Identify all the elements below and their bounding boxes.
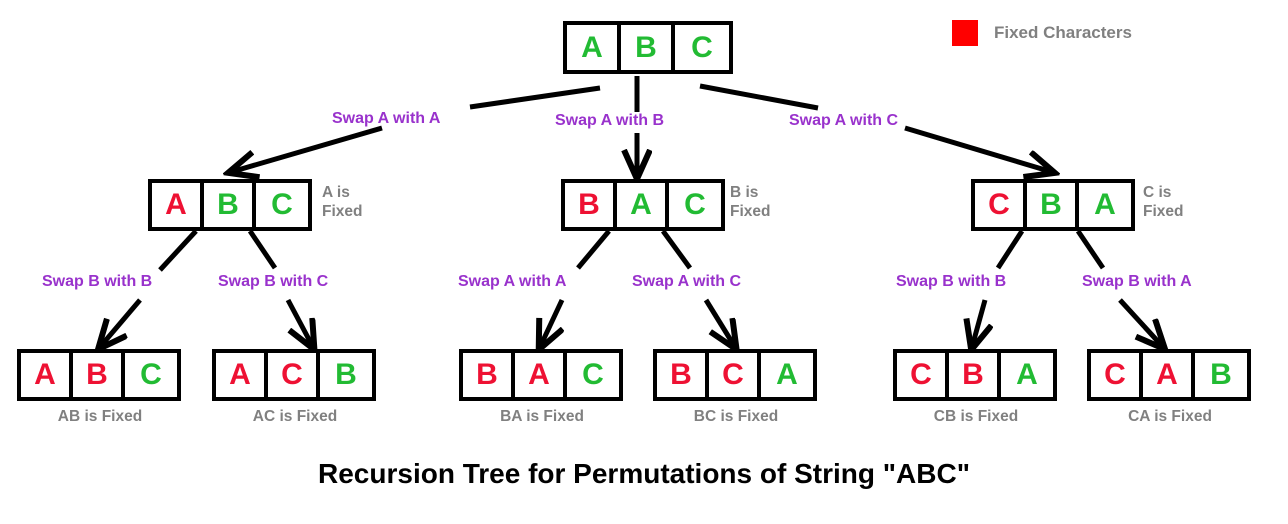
node-leaf-0-cell-0: A bbox=[21, 353, 73, 397]
node-leaf-0-cell-1: B bbox=[73, 353, 125, 397]
node-leaf-4: C B A bbox=[893, 349, 1057, 401]
node-leaf-0: A B C bbox=[17, 349, 181, 401]
node-level1-2-cell-0: C bbox=[975, 183, 1027, 227]
node-leaf-0-note: AB is Fixed bbox=[57, 408, 143, 425]
node-leaf-4-note: CB is Fixed bbox=[933, 408, 1019, 425]
legend: Fixed Characters bbox=[952, 20, 1132, 46]
node-level1-0-cell-2: C bbox=[256, 183, 308, 227]
node-leaf-1: A C B bbox=[212, 349, 376, 401]
node-leaf-2-cell-2: C bbox=[567, 353, 619, 397]
node-leaf-4-cell-1: B bbox=[949, 353, 1001, 397]
swap-label-l1-0-leaf1: Swap B with C bbox=[218, 273, 329, 290]
swap-label-root-right: Swap A with C bbox=[789, 112, 899, 129]
swap-label-l1-1-leaf2: Swap A with A bbox=[458, 273, 567, 290]
node-level1-0-cell-1: B bbox=[204, 183, 256, 227]
node-root: A B C bbox=[563, 21, 733, 74]
node-level1-1: B A C bbox=[561, 179, 725, 231]
legend-label: Fixed Characters bbox=[994, 23, 1132, 42]
node-leaf-3: B C A bbox=[653, 349, 817, 401]
swap-label-root-left: Swap A with A bbox=[332, 110, 441, 127]
node-leaf-3-cell-2: A bbox=[761, 353, 813, 397]
tree-edges bbox=[0, 76, 1288, 524]
node-leaf-4-cell-0: C bbox=[897, 353, 949, 397]
node-leaf-5-cell-1: A bbox=[1143, 353, 1195, 397]
node-level1-0-note: A is Fixed bbox=[322, 184, 363, 221]
node-leaf-3-note: BC is Fixed bbox=[693, 408, 779, 425]
node-leaf-5-cell-0: C bbox=[1091, 353, 1143, 397]
swap-label-l1-0-leaf0: Swap B with B bbox=[42, 273, 153, 290]
node-leaf-5: C A B bbox=[1087, 349, 1251, 401]
swap-label-l1-1-leaf3: Swap A with C bbox=[632, 273, 742, 290]
node-level1-2-cell-2: A bbox=[1079, 183, 1131, 227]
node-root-cell-0: A bbox=[567, 25, 621, 70]
node-level1-2-note: C is Fixed bbox=[1143, 184, 1184, 221]
node-leaf-3-cell-1: C bbox=[709, 353, 761, 397]
node-level1-0-cell-0: A bbox=[152, 183, 204, 227]
node-root-cell-1: B bbox=[621, 25, 675, 70]
node-level1-1-cell-2: C bbox=[669, 183, 721, 227]
node-leaf-5-cell-2: B bbox=[1195, 353, 1247, 397]
node-leaf-3-cell-0: B bbox=[657, 353, 709, 397]
edge-root-to-left bbox=[231, 85, 601, 172]
swap-label-l1-2-leaf5: Swap B with A bbox=[1082, 273, 1192, 290]
recursion-tree-diagram: Fixed Characters A B C Swap A with A Swa… bbox=[0, 0, 1288, 524]
swap-label-l1-2-leaf4: Swap B with B bbox=[896, 273, 1007, 290]
node-leaf-1-note: AC is Fixed bbox=[252, 408, 338, 425]
node-level1-2: C B A bbox=[971, 179, 1135, 231]
node-leaf-5-note: CA is Fixed bbox=[1128, 408, 1212, 425]
diagram-title: Recursion Tree for Permutations of Strin… bbox=[318, 458, 970, 489]
node-level1-1-cell-1: A bbox=[617, 183, 669, 227]
node-leaf-1-cell-0: A bbox=[216, 353, 268, 397]
node-leaf-4-cell-2: A bbox=[1001, 353, 1053, 397]
node-leaf-1-cell-1: C bbox=[268, 353, 320, 397]
node-leaf-0-cell-2: C bbox=[125, 353, 177, 397]
node-level1-1-note: B is Fixed bbox=[730, 184, 771, 221]
node-leaf-2-cell-1: A bbox=[515, 353, 567, 397]
node-level1-2-cell-1: B bbox=[1027, 183, 1079, 227]
node-leaf-2-note: BA is Fixed bbox=[500, 408, 584, 425]
swap-label-root-middle: Swap A with B bbox=[555, 112, 665, 129]
legend-color-swatch bbox=[952, 20, 978, 46]
node-leaf-2-cell-0: B bbox=[463, 353, 515, 397]
node-leaf-2: B A C bbox=[459, 349, 623, 401]
node-level1-1-cell-0: B bbox=[565, 183, 617, 227]
node-level1-0: A B C bbox=[148, 179, 312, 231]
node-leaf-1-cell-2: B bbox=[320, 353, 372, 397]
node-root-cell-2: C bbox=[675, 25, 729, 70]
